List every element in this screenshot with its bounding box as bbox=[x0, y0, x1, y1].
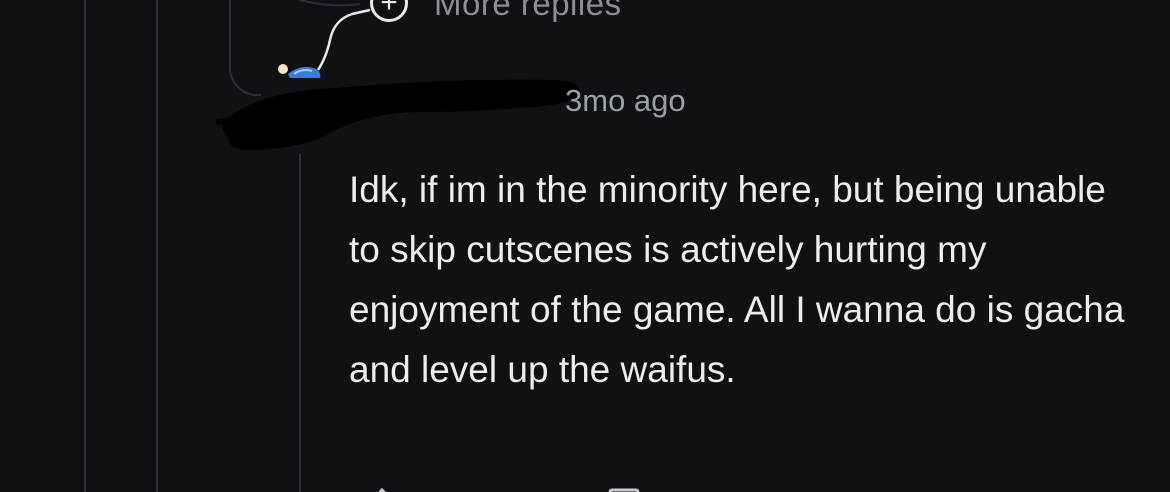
more-replies-label: More replies bbox=[434, 0, 622, 22]
redacted-username bbox=[216, 79, 580, 151]
comment-thread-screen: + More replies 3mo ago Idk, if im in the… bbox=[0, 0, 1170, 492]
plus-circle-icon: + bbox=[370, 0, 408, 22]
comment-timestamp: 3mo ago bbox=[565, 83, 686, 118]
comment-body: Idk, if im in the minority here, but bei… bbox=[349, 169, 1125, 390]
comment-collapse-line[interactable] bbox=[299, 154, 301, 492]
comment-action-bar[interactable] bbox=[360, 484, 660, 492]
more-replies-button[interactable]: + More replies bbox=[370, 0, 622, 22]
